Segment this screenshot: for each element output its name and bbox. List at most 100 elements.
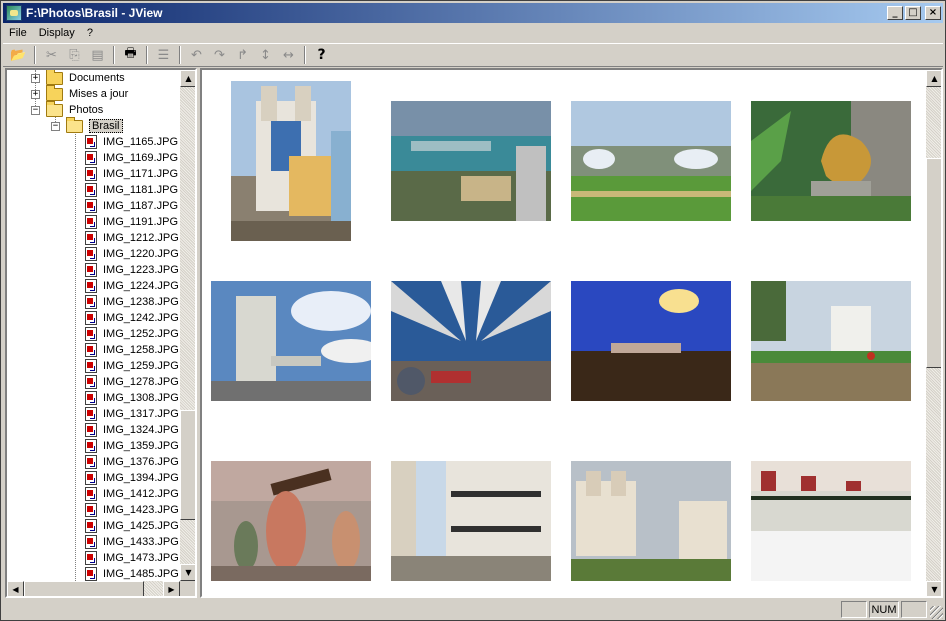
tree-file-item[interactable]: IMG_1278.JPG (85, 374, 179, 390)
status-message (3, 601, 839, 618)
photo-thumbnail[interactable] (211, 461, 371, 581)
app-icon[interactable] (6, 5, 22, 21)
rotate-left-icon[interactable]: ↶ (185, 44, 208, 66)
tree-file-item[interactable]: IMG_1181.JPG (85, 182, 178, 198)
tree-file-label: IMG_1212.JPG (103, 232, 179, 244)
photo-thumbnail[interactable] (391, 101, 551, 221)
photo-thumbnail[interactable] (391, 461, 551, 581)
tree-file-label: IMG_1181.JPG (103, 184, 178, 196)
tree-file-label: IMG_1394.JPG (103, 472, 179, 484)
window-title: F:\Photos\Brasil - JView (26, 6, 163, 20)
tree-file-item[interactable]: IMG_1412.JPG (85, 486, 179, 502)
photo-thumbnail[interactable] (571, 101, 731, 221)
tree-file-item[interactable]: IMG_1223.JPG (85, 262, 179, 278)
tree-file-item[interactable]: IMG_1433.JPG (85, 534, 179, 550)
tree-file-item[interactable]: IMG_1252.JPG (85, 326, 179, 342)
expand-toggle[interactable]: + (31, 73, 40, 83)
close-button[interactable]: × (925, 6, 941, 20)
tree-vertical-scrollbar[interactable]: ▲ ▼ (180, 70, 195, 581)
title-bar[interactable]: F:\Photos\Brasil - JView _ □ × (3, 3, 943, 23)
image-file-icon (85, 263, 97, 277)
collapse-toggle[interactable]: − (51, 121, 60, 131)
scroll-thumb[interactable] (180, 410, 195, 520)
photo-thumbnail[interactable] (751, 101, 911, 221)
tree-file-item[interactable]: IMG_1258.JPG (85, 342, 179, 358)
paste-icon[interactable]: ▤ (86, 44, 109, 66)
tree-file-label: IMG_1324.JPG (103, 424, 179, 436)
photo-thumbnail[interactable] (391, 281, 551, 401)
image-file-icon (85, 407, 97, 421)
tree-file-item[interactable]: IMG_1169.JPG (85, 150, 178, 166)
scroll-up-button[interactable]: ▲ (180, 70, 195, 87)
tree-file-item[interactable]: IMG_1425.JPG (85, 518, 179, 534)
tree-file-item[interactable]: IMG_1242.JPG (85, 310, 179, 326)
menu-bar: File Display ? (3, 24, 943, 42)
image-file-icon (85, 135, 97, 149)
open-folder-icon[interactable]: 📂 (7, 44, 30, 66)
tree-file-label: IMG_1308.JPG (103, 392, 179, 404)
scroll-thumb[interactable] (926, 158, 941, 368)
image-file-icon (85, 567, 97, 581)
scroll-thumb[interactable] (24, 581, 144, 596)
tree-file-label: IMG_1412.JPG (103, 488, 179, 500)
collapse-toggle[interactable]: − (31, 105, 40, 115)
tree-file-item[interactable]: IMG_1324.JPG (85, 422, 179, 438)
flip-vertical-icon[interactable]: ↕ (254, 44, 277, 66)
maximize-button[interactable]: □ (905, 6, 921, 20)
menu-file[interactable]: File (3, 27, 33, 39)
tree-file-item[interactable]: IMG_1423.JPG (85, 502, 179, 518)
tree-file-item[interactable]: IMG_1224.JPG (85, 278, 179, 294)
tree-file-item[interactable]: IMG_1187.JPG (85, 198, 178, 214)
flip-horizontal-icon[interactable]: ↔ (277, 44, 300, 66)
tree-file-label: IMG_1252.JPG (103, 328, 179, 340)
rotate-right-icon[interactable]: ↷ (208, 44, 231, 66)
photo-thumbnail[interactable] (571, 281, 731, 401)
menu-help[interactable]: ? (81, 27, 99, 39)
image-file-icon (85, 391, 97, 405)
help-icon[interactable]: ? (310, 44, 333, 66)
copy-icon[interactable]: ⎘ (63, 44, 86, 66)
photo-thumbnail[interactable] (751, 461, 911, 581)
photo-thumbnail[interactable] (231, 81, 351, 241)
list-view-icon[interactable]: ☰ (152, 44, 175, 66)
scroll-up-button[interactable]: ▲ (926, 70, 941, 87)
tree-file-label: IMG_1242.JPG (103, 312, 179, 324)
photo-thumbnail[interactable] (751, 281, 911, 401)
tree-file-item[interactable]: IMG_1171.JPG (85, 166, 178, 182)
scroll-down-button[interactable]: ▼ (926, 581, 941, 596)
tree-item-brasil[interactable]: − Brasil (51, 116, 123, 134)
flip-icon[interactable]: ↱ (231, 44, 254, 66)
status-bar: NUM (3, 600, 943, 619)
expand-toggle[interactable]: + (31, 89, 40, 99)
scroll-right-button[interactable]: ▶ (163, 581, 180, 596)
tree-file-item[interactable]: IMG_1212.JPG (85, 230, 179, 246)
thumbnail-vertical-scrollbar[interactable]: ▲ ▼ (926, 70, 941, 596)
folder-tree[interactable]: + Documents + Mises a jour − Photos − Br… (5, 68, 197, 598)
resize-grip-icon[interactable] (930, 606, 943, 619)
tree-file-label: IMG_1376.JPG (103, 456, 179, 468)
tree-file-item[interactable]: IMG_1259.JPG (85, 358, 179, 374)
tree-file-label: IMG_1423.JPG (103, 504, 179, 516)
photo-thumbnail[interactable] (571, 461, 731, 581)
tree-file-item[interactable]: IMG_1191.JPG (85, 214, 178, 230)
tree-file-item[interactable]: IMG_1165.JPG (85, 134, 178, 150)
print-icon[interactable]: 🖶 (119, 44, 142, 66)
tree-file-item[interactable]: IMG_1220.JPG (85, 246, 179, 262)
tree-file-item[interactable]: IMG_1485.JPG (85, 566, 179, 581)
tree-file-item[interactable]: IMG_1317.JPG (85, 406, 179, 422)
tree-file-item[interactable]: IMG_1308.JPG (85, 390, 179, 406)
tree-file-item[interactable]: IMG_1376.JPG (85, 454, 179, 470)
tree-content: + Documents + Mises a jour − Photos − Br… (7, 70, 180, 581)
tree-file-item[interactable]: IMG_1473.JPG (85, 550, 179, 566)
scroll-left-button[interactable]: ◀ (7, 581, 24, 596)
minimize-button[interactable]: _ (887, 6, 903, 20)
tree-file-item[interactable]: IMG_1359.JPG (85, 438, 179, 454)
cut-icon[interactable]: ✂ (40, 44, 63, 66)
photo-thumbnail[interactable] (211, 281, 371, 401)
scroll-down-button[interactable]: ▼ (180, 564, 195, 581)
tree-file-item[interactable]: IMG_1394.JPG (85, 470, 179, 486)
tree-horizontal-scrollbar[interactable]: ◀ ▶ (7, 581, 180, 596)
tree-file-item[interactable]: IMG_1238.JPG (85, 294, 179, 310)
thumbnail-view[interactable]: ▲ ▼ (200, 68, 943, 598)
menu-display[interactable]: Display (33, 27, 81, 39)
